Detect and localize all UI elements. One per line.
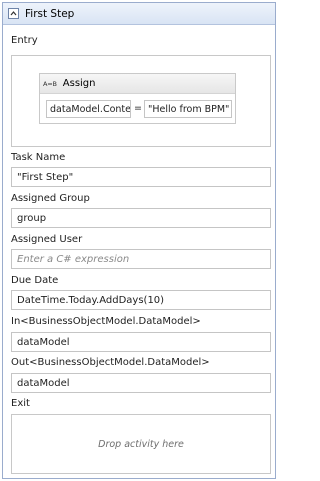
due-date-label: Due Date [11,275,59,286]
assign-title: Assign [62,78,96,89]
assign-body: dataModel.Content = "Hello from BPM" [40,94,235,124]
entry-container: A=B Assign dataModel.Content = "Hello fr… [11,55,271,147]
assign-equals-sign: = [134,103,142,114]
collapse-button[interactable] [8,8,19,19]
assign-activity[interactable]: A=B Assign dataModel.Content = "Hello fr… [39,73,236,124]
activity-title: First Step [25,7,75,20]
assigned-group-label: Assigned Group [11,193,90,204]
activity-designer: First Step Entry A=B Assign dataModel.Co… [2,2,276,479]
assigned-group-field[interactable]: group [11,208,271,228]
collapse-icon [10,11,17,16]
entry-label: Entry [11,35,38,46]
exit-drop-zone[interactable]: Drop activity here [11,414,271,474]
task-name-label: Task Name [11,152,66,163]
due-date-field[interactable]: DateTime.Today.AddDays(10) [11,290,271,310]
activity-header: First Step [3,3,275,25]
assign-header: A=B Assign [40,74,235,94]
in-argument-label: In<BusinessObjectModel.DataModel> [11,316,201,327]
assign-to-field[interactable]: dataModel.Content [46,100,131,118]
assign-value-field[interactable]: "Hello from BPM" [144,100,232,118]
assigned-user-field[interactable]: Enter a C# expression [11,249,271,269]
exit-label: Exit [11,398,30,409]
assign-icon: A=B [43,79,57,88]
drop-activity-hint: Drop activity here [98,438,184,450]
out-argument-label: Out<BusinessObjectModel.DataModel> [11,357,210,368]
out-argument-field[interactable]: dataModel [11,373,271,393]
assigned-user-label: Assigned User [11,234,83,245]
task-name-field[interactable]: "First Step" [11,167,271,187]
in-argument-field[interactable]: dataModel [11,332,271,352]
